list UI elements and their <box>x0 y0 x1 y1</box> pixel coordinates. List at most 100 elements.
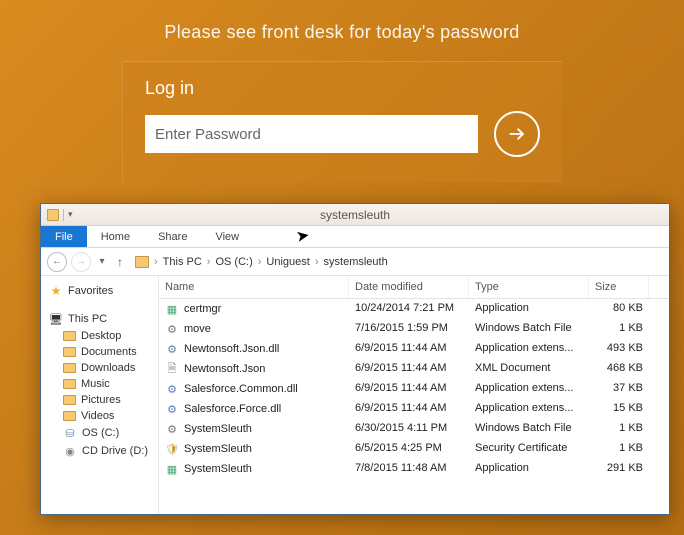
file-type: Application extens... <box>469 339 589 359</box>
file-name: Newtonsoft.Json.dll <box>184 343 279 355</box>
table-row[interactable]: Salesforce.Force.dll 6/9/2015 11:44 AMApp… <box>159 399 669 419</box>
file-name-cell[interactable]: SystemSleuth <box>159 439 349 459</box>
sidebar-item-drive[interactable]: OS (C:) <box>63 424 158 442</box>
submit-button[interactable] <box>494 111 540 157</box>
breadcrumb-item[interactable]: systemsleuth <box>324 256 388 268</box>
sidebar-item-this-pc[interactable]: This PC <box>49 310 158 328</box>
file-name: SystemSleuth <box>184 463 252 475</box>
file-modified: 7/16/2015 1:59 PM <box>349 319 469 339</box>
file-type: Windows Batch File <box>469 419 589 439</box>
sidebar-item-label: Documents <box>81 346 137 358</box>
sidebar-item-label: OS (C:) <box>82 427 119 439</box>
file-modified: 10/24/2014 7:21 PM <box>349 299 469 319</box>
breadcrumb-item[interactable]: This PC <box>163 256 202 268</box>
arrow-right-icon <box>506 123 528 145</box>
chevron-right-icon: › <box>255 256 265 268</box>
breadcrumb-item[interactable]: Uniguest <box>266 256 309 268</box>
file-type: Application <box>469 299 589 319</box>
sidebar-item-folder[interactable]: Music <box>63 376 158 392</box>
file-type: Application extens... <box>469 379 589 399</box>
file-explorer-window: ▾ systemsleuth File Home Share View ← → … <box>40 203 670 515</box>
table-row[interactable]: Salesforce.Common.dll6/9/2015 11:44 AMAp… <box>159 379 669 399</box>
file-name: Salesforce.Force.dll <box>184 403 281 415</box>
tab-view[interactable]: View <box>201 226 253 247</box>
file-size: 37 KB <box>589 379 649 399</box>
sidebar-item-favorites[interactable]: Favorites <box>49 282 158 300</box>
file-name: Newtonsoft.Json <box>184 363 265 375</box>
sidebar-item-drive[interactable]: CD Drive (D:) <box>63 442 158 460</box>
table-row[interactable]: Newtonsoft.Json 6/9/2015 11:44 AMXML Docu… <box>159 359 669 379</box>
file-type: Windows Batch File <box>469 319 589 339</box>
file-list: Name Date modified Type Size certmgr10/2… <box>159 276 669 514</box>
ribbon-tabs: File Home Share View <box>41 226 669 248</box>
file-name-cell[interactable]: SystemSleuth <box>159 419 349 439</box>
file-name-cell[interactable]: Newtonsoft.Json.dll <box>159 339 349 359</box>
back-button[interactable]: ← <box>47 252 67 272</box>
chevron-right-icon: › <box>151 256 161 268</box>
qat-sep-icon <box>63 209 64 221</box>
forward-button[interactable]: → <box>71 252 91 272</box>
qat-dropdown-icon[interactable]: ▾ <box>68 209 80 221</box>
folder-icon <box>63 395 76 405</box>
dll-icon <box>165 342 179 356</box>
drive-icon <box>63 426 77 440</box>
column-header-size[interactable]: Size <box>589 276 649 298</box>
tab-file[interactable]: File <box>41 226 87 247</box>
sidebar-item-folder[interactable]: Documents <box>63 344 158 360</box>
file-modified: 6/9/2015 11:44 AM <box>349 399 469 419</box>
folder-icon <box>63 411 76 421</box>
table-row[interactable]: certmgr10/24/2014 7:21 PMApplication80 K… <box>159 299 669 319</box>
disc-icon <box>63 444 77 458</box>
file-name-cell[interactable]: Newtonsoft.Json <box>159 359 349 379</box>
password-input[interactable] <box>145 115 478 153</box>
file-name-cell[interactable]: Salesforce.Common.dll <box>159 379 349 399</box>
table-row[interactable]: SystemSleuth6/30/2015 4:11 PMWindows Bat… <box>159 419 669 439</box>
cert-icon <box>165 442 179 456</box>
file-name-cell[interactable]: Salesforce.Force.dll <box>159 399 349 419</box>
breadcrumb-item[interactable]: OS (C:) <box>215 256 252 268</box>
folder-icon <box>135 256 149 268</box>
app-icon <box>165 302 179 316</box>
file-name-cell[interactable]: SystemSleuth <box>159 459 349 479</box>
file-type: Application extens... <box>469 399 589 419</box>
bat-icon <box>165 422 179 436</box>
login-panel: Log in <box>122 61 562 183</box>
up-button[interactable]: ↑ <box>113 255 127 269</box>
sidebar-item-folder[interactable]: Videos <box>63 408 158 424</box>
sidebar-item-folder[interactable]: Desktop <box>63 328 158 344</box>
file-size: 468 KB <box>589 359 649 379</box>
file-name: Salesforce.Common.dll <box>184 383 298 395</box>
column-header-name[interactable]: Name <box>159 276 349 298</box>
star-icon <box>49 284 63 298</box>
file-type: Security Certificate <box>469 439 589 459</box>
table-row[interactable]: SystemSleuth6/5/2015 4:25 PMSecurity Cer… <box>159 439 669 459</box>
sidebar-item-folder[interactable]: Downloads <box>63 360 158 376</box>
sidebar-item-label: This PC <box>68 313 107 325</box>
sidebar-item-label: Music <box>81 378 110 390</box>
dll-icon <box>165 402 179 416</box>
file-modified: 6/9/2015 11:44 AM <box>349 359 469 379</box>
tab-home[interactable]: Home <box>87 226 144 247</box>
quick-access-toolbar: ▾ <box>47 209 80 221</box>
title-bar[interactable]: ▾ systemsleuth <box>41 204 669 226</box>
file-name-cell[interactable]: certmgr <box>159 299 349 319</box>
table-row[interactable]: SystemSleuth7/8/2015 11:48 AMApplication… <box>159 459 669 479</box>
folder-icon <box>63 331 76 341</box>
column-header-type[interactable]: Type <box>469 276 589 298</box>
file-size: 80 KB <box>589 299 649 319</box>
sidebar-item-label: Favorites <box>68 285 113 297</box>
sidebar-item-label: Downloads <box>81 362 135 374</box>
tab-share[interactable]: Share <box>144 226 201 247</box>
file-modified: 6/30/2015 4:11 PM <box>349 419 469 439</box>
folder-icon <box>63 363 76 373</box>
column-header-modified[interactable]: Date modified <box>349 276 469 298</box>
sidebar-item-folder[interactable]: Pictures <box>63 392 158 408</box>
file-type: XML Document <box>469 359 589 379</box>
file-name-cell[interactable]: move <box>159 319 349 339</box>
navigation-pane: Favorites This PC Desktop Documents Downlo… <box>41 276 159 514</box>
json-icon <box>165 362 179 376</box>
file-name: move <box>184 323 211 335</box>
table-row[interactable]: move7/16/2015 1:59 PMWindows Batch File1… <box>159 319 669 339</box>
history-dropdown[interactable]: ▾ <box>95 252 109 272</box>
table-row[interactable]: Newtonsoft.Json.dll6/9/2015 11:44 AMAppl… <box>159 339 669 359</box>
